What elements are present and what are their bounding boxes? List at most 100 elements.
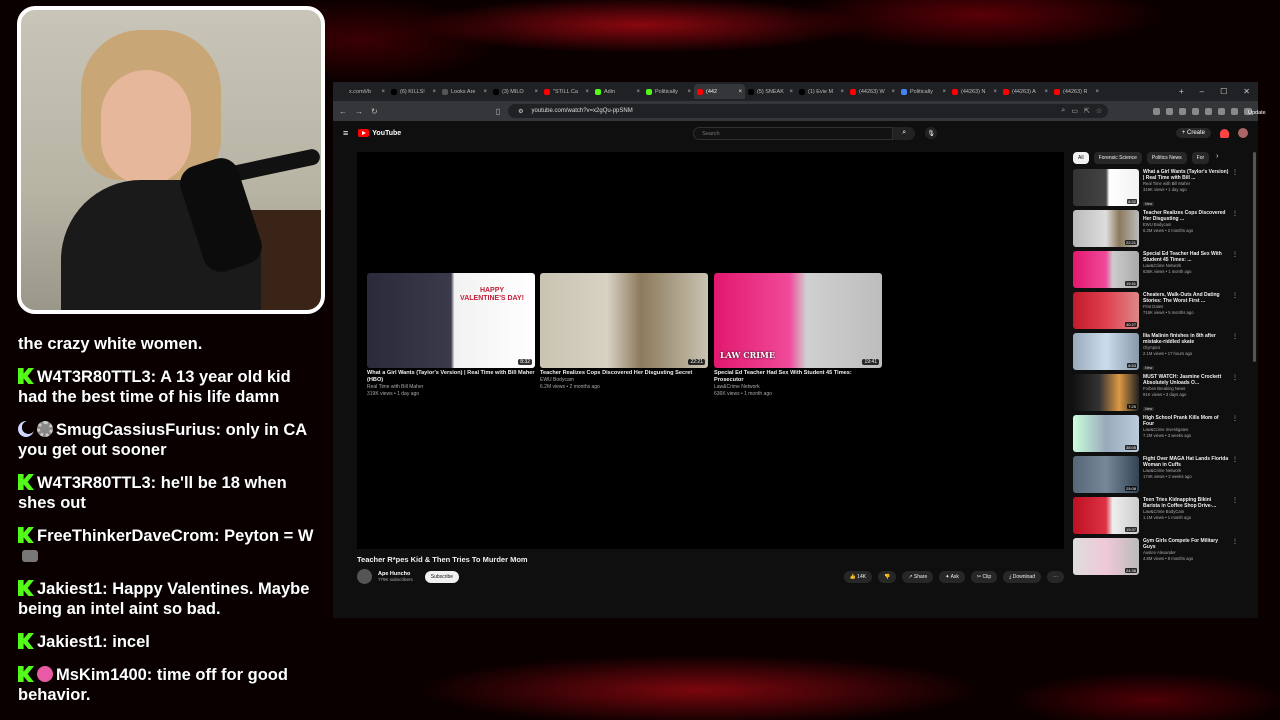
more-actions-button[interactable]: ⋯: [1047, 570, 1064, 583]
tab-close-icon[interactable]: ×: [891, 89, 895, 95]
chat-username[interactable]: Jakiest1:: [37, 633, 108, 651]
recommended-title[interactable]: Special Ed Teacher Had Sex With Student …: [1143, 251, 1229, 263]
menu-icon[interactable]: ≡: [343, 128, 348, 138]
tab-close-icon[interactable]: ×: [840, 89, 844, 95]
more-options-icon[interactable]: ⋮: [1232, 210, 1238, 217]
recommended-title[interactable]: Gym Girls Compete For Military Guys: [1143, 538, 1229, 550]
endcard-title[interactable]: Special Ed Teacher Had Sex With Student …: [714, 370, 882, 384]
recommended-video[interactable]: 19:37 Teen Tries Kidnapping Bikini Barist…: [1073, 497, 1238, 538]
recommended-title[interactable]: High School Prank Kills Mom of Four: [1143, 415, 1229, 427]
search-button[interactable]: ⌕: [893, 126, 916, 140]
browser-tab[interactable]: (5) SNEAK ×: [745, 84, 796, 99]
browser-tab[interactable]: (44263) N ×: [949, 84, 1000, 99]
browser-tab[interactable]: Adin ×: [592, 84, 643, 99]
recommended-title[interactable]: MUST WATCH: Jasmine Crockett Absolutely …: [1143, 374, 1229, 386]
tab-close-icon[interactable]: ×: [687, 89, 691, 95]
endcard-thumbnail[interactable]: HAPPY VALENTINE'S DAY! 8:32: [367, 273, 535, 368]
browser-tab[interactable]: (44263) A ×: [1000, 84, 1051, 99]
recommended-thumbnail[interactable]: 7:25: [1073, 374, 1139, 411]
recommended-thumbnail[interactable]: 40:27: [1073, 292, 1139, 329]
install-icon[interactable]: ▭: [1071, 107, 1078, 115]
chevron-right-icon[interactable]: ›: [1214, 152, 1220, 164]
browser-tab[interactable]: (6) KILLS! ×: [388, 84, 439, 99]
chat-username[interactable]: W4T3R80TTL3:: [37, 474, 156, 492]
extension-icon[interactable]: [1179, 107, 1186, 115]
extension-icon[interactable]: [1153, 107, 1160, 115]
avatar[interactable]: [1238, 128, 1248, 138]
recommended-video[interactable]: 22:21 Teacher Realizes Cops Discovered He…: [1073, 210, 1238, 251]
chat-username[interactable]: SmugCassiusFurius:: [56, 421, 221, 439]
tab-close-icon[interactable]: ×: [942, 89, 946, 95]
subscribe-button[interactable]: Subscribe: [424, 570, 460, 583]
recommended-video[interactable]: 7:25 MUST WATCH: Jasmine Crockett Absolut…: [1073, 374, 1238, 415]
tab-close-icon[interactable]: ×: [534, 89, 538, 95]
extension-icon[interactable]: [1166, 107, 1173, 115]
filter-chip[interactable]: For: [1191, 152, 1210, 164]
more-options-icon[interactable]: ⋮: [1232, 169, 1238, 176]
recommended-video[interactable]: 25:08 Fight Over MAGA Hat Lands Florida W…: [1073, 456, 1238, 497]
browser-tab[interactable]: (44263) W ×: [847, 84, 898, 99]
endcard-video[interactable]: LAW CRIME 19:41 Special Ed Teacher Had Sex…: [714, 273, 882, 397]
tab-close-icon[interactable]: ×: [483, 89, 487, 95]
dislike-button[interactable]: 👎: [878, 570, 897, 583]
new-tab-icon[interactable]: +: [1179, 87, 1184, 96]
browser-tab[interactable]: (3) MILO ×: [490, 84, 541, 99]
recommended-thumbnail[interactable]: 25:08: [1073, 456, 1139, 493]
ask-button[interactable]: ✦ Ask: [939, 570, 965, 583]
scrollbar[interactable]: [1253, 152, 1256, 362]
share-button[interactable]: ↗ Share: [902, 570, 934, 583]
recommended-title[interactable]: What a Girl Wants (Taylor's Version) | R…: [1143, 169, 1229, 181]
recommended-video[interactable]: 40:27 Cheaters, Walk-Outs And Dating Stor…: [1073, 292, 1238, 333]
share-page-icon[interactable]: ⇱: [1084, 107, 1090, 115]
tab-close-icon[interactable]: ×: [585, 89, 589, 95]
browser-tab[interactable]: Politically ×: [643, 84, 694, 99]
endcard-thumbnail[interactable]: 22:21: [540, 273, 708, 368]
more-options-icon[interactable]: ⋮: [1232, 456, 1238, 463]
endcard-title[interactable]: Teacher Realizes Cops Discovered Her Dis…: [540, 370, 708, 377]
endcard-title[interactable]: What a Girl Wants (Taylor's Version) | R…: [367, 370, 535, 384]
more-options-icon[interactable]: ⋮: [1232, 251, 1238, 258]
extension-icon[interactable]: [1218, 107, 1225, 115]
browser-tab[interactable]: x.com/i/b ×: [337, 84, 388, 99]
recommended-thumbnail[interactable]: 22:21: [1073, 210, 1139, 247]
update-button[interactable]: Update: [1244, 107, 1266, 116]
more-options-icon[interactable]: ⋮: [1232, 415, 1238, 422]
search-input[interactable]: Search: [693, 126, 894, 140]
filter-chip[interactable]: Politics News: [1146, 152, 1187, 164]
star-icon[interactable]: ☆: [1096, 107, 1102, 115]
recommended-thumbnail[interactable]: 6:53: [1073, 333, 1139, 370]
video-player[interactable]: HAPPY VALENTINE'S DAY! 8:32 What a Girl Wa…: [357, 152, 1064, 549]
recommended-thumbnail[interactable]: 19:37: [1073, 497, 1139, 534]
youtube-logo[interactable]: YouTube: [358, 129, 401, 137]
recommended-title[interactable]: Ilia Malinin finishes in 8th after mista…: [1143, 333, 1229, 345]
endcard-video[interactable]: HAPPY VALENTINE'S DAY! 8:32 What a Girl Wa…: [367, 273, 535, 397]
browser-tab[interactable]: (44263) R ×: [1051, 84, 1102, 99]
filter-chip[interactable]: Forensic Science: [1093, 152, 1142, 164]
site-info-icon[interactable]: ⚙: [518, 108, 523, 115]
recommended-video[interactable]: 6:53 Ilia Malinin finishes in 8th after m…: [1073, 333, 1238, 374]
chat-username[interactable]: W4T3R80TTL3:: [37, 368, 156, 386]
close-window-icon[interactable]: ✕: [1243, 87, 1250, 96]
extension-icon[interactable]: [1192, 107, 1199, 115]
tab-close-icon[interactable]: ×: [381, 89, 385, 95]
tab-close-icon[interactable]: ×: [993, 89, 997, 95]
create-button[interactable]: + Create: [1175, 128, 1211, 138]
recommended-video[interactable]: 36:05 High School Prank Kills Mom of Four…: [1073, 415, 1238, 456]
tab-close-icon[interactable]: ×: [1044, 89, 1048, 95]
chat-username[interactable]: Jakiest1:: [37, 580, 108, 598]
browser-tab[interactable]: (442 ×: [694, 84, 745, 99]
recommended-title[interactable]: Teen Tries Kidnapping Bikini Barista in …: [1143, 497, 1229, 509]
tab-close-icon[interactable]: ×: [432, 89, 436, 95]
browser-tab[interactable]: Politically ×: [898, 84, 949, 99]
like-button[interactable]: 👍 14K: [843, 570, 873, 583]
browser-tab[interactable]: "STILL Ca ×: [541, 84, 592, 99]
back-icon[interactable]: ←: [339, 107, 347, 116]
recommended-video[interactable]: 19:41 Special Ed Teacher Had Sex With Stu…: [1073, 251, 1238, 292]
recommended-title[interactable]: Cheaters, Walk-Outs And Dating Stories: …: [1143, 292, 1229, 304]
filter-chip[interactable]: All: [1073, 152, 1089, 164]
forward-icon[interactable]: →: [355, 107, 363, 116]
more-options-icon[interactable]: ⋮: [1232, 374, 1238, 381]
browser-tab[interactable]: Looks Are ×: [439, 84, 490, 99]
recommended-thumbnail[interactable]: 19:41: [1073, 251, 1139, 288]
channel-avatar[interactable]: [357, 569, 372, 584]
